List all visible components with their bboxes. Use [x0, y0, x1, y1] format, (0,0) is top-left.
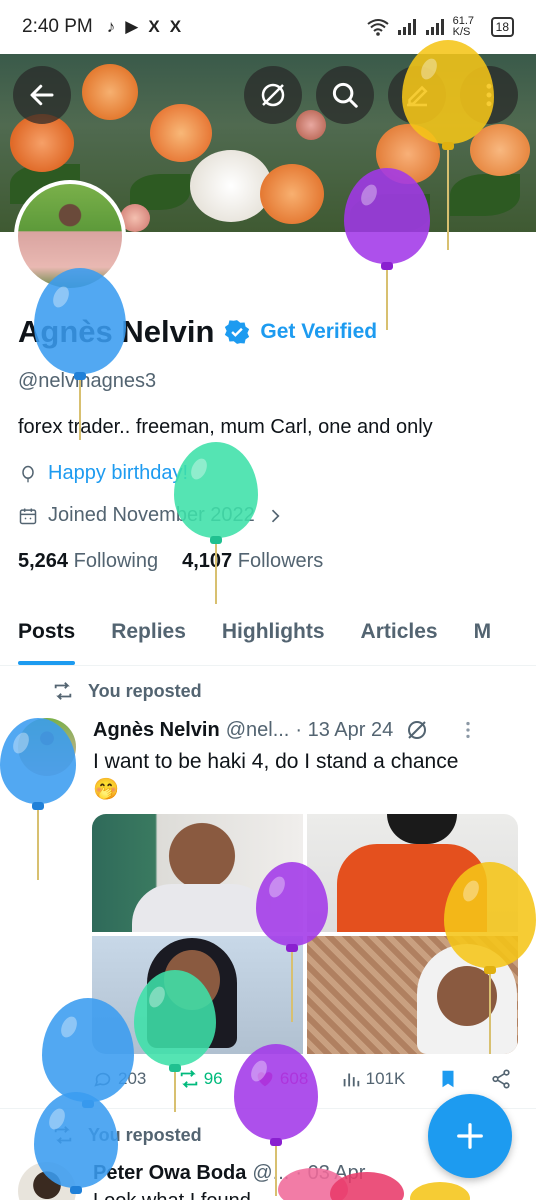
views-button[interactable]: 101K [340, 1068, 406, 1090]
status-time: 2:40 PM [22, 16, 93, 37]
reply-button[interactable]: 203 [92, 1068, 146, 1090]
post-text: I want to be haki 4, do I stand a chance… [93, 748, 458, 804]
repost-indicator: You reposted [52, 1124, 202, 1146]
reply-icon [94, 1072, 111, 1087]
repost-label: You reposted [88, 1124, 202, 1145]
more-vertical-icon [486, 83, 492, 107]
following-label: Following [73, 550, 159, 572]
balloon-icon [22, 465, 34, 482]
followers-count: 4,107 [182, 550, 233, 572]
profile-avatar[interactable] [14, 180, 126, 292]
signal-icon [425, 19, 444, 35]
like-button[interactable]: 608 [254, 1068, 308, 1090]
repost-button[interactable]: 96 [178, 1068, 223, 1090]
post-photo[interactable] [307, 936, 518, 1054]
post-body: I want to be haki 4, do I stand a chance [93, 750, 459, 773]
post-author-avatar[interactable] [18, 718, 76, 776]
edit-button[interactable] [388, 66, 446, 124]
post-author-name[interactable]: Peter Owa Boda [93, 1162, 246, 1185]
like-icon [257, 1072, 273, 1087]
post-author-handle: @nel... [225, 718, 290, 741]
share-icon [492, 1069, 510, 1089]
like-count: 608 [279, 1069, 309, 1088]
post-date: · 03 Apr [295, 1162, 366, 1184]
status-bar: 2:40 PM ♪ ▶ X X 61.7 K/S 18 [0, 0, 536, 54]
tab-media[interactable]: M [456, 600, 510, 665]
post-author-handle: @... [252, 1162, 290, 1184]
circle-slash-icon[interactable] [405, 718, 429, 742]
edit-icon [407, 85, 428, 107]
repost-icon [54, 1126, 72, 1144]
following-link[interactable]: 5,264 Following [18, 550, 158, 573]
status-app-icons: ♪ ▶ X X [107, 17, 181, 37]
post-photo[interactable] [307, 814, 518, 932]
birthday-row: Happy birthday! [18, 462, 188, 485]
search-icon [332, 82, 358, 108]
profile-handle: @nelvinagnes3 [18, 370, 157, 392]
joined-text: Joined November 2022 [48, 504, 255, 526]
followers-link[interactable]: 4,107 Followers [182, 550, 323, 573]
repost-icon [54, 682, 72, 700]
repost-label: You reposted [88, 680, 202, 701]
x-icon: X [169, 17, 182, 36]
birthday-text[interactable]: Happy birthday! [48, 462, 188, 485]
network-speed: 61.7 K/S [452, 15, 475, 38]
post-author-name[interactable]: Agnès Nelvin [93, 719, 220, 742]
share-button[interactable] [490, 1068, 512, 1090]
post-emoji: 🤭 [93, 778, 120, 801]
chevron-right-icon [271, 509, 280, 522]
views-icon [343, 1073, 359, 1087]
following-count: 5,264 [18, 550, 69, 572]
calendar-icon [19, 508, 37, 524]
post-photo[interactable] [92, 814, 303, 932]
joined-row[interactable]: Joined November 2022 [18, 504, 285, 527]
profile-bio: forex trader.. freeman, mum Carl, one an… [18, 416, 433, 438]
tab-posts[interactable]: Posts [0, 600, 93, 665]
plus-icon [457, 1123, 483, 1149]
more-vertical-icon[interactable] [457, 719, 479, 741]
reply-count: 203 [118, 1069, 147, 1088]
circle-slash-icon [261, 83, 285, 107]
tab-articles[interactable]: Articles [343, 600, 456, 665]
back-button[interactable] [13, 66, 71, 124]
post-author-avatar[interactable] [18, 1162, 76, 1200]
tab-replies[interactable]: Replies [93, 600, 204, 665]
post-header: Peter Owa Boda @... · 03 Apr [93, 1162, 365, 1185]
followers-label: Followers [237, 550, 324, 572]
more-button[interactable] [460, 66, 518, 124]
bookmark-button[interactable] [437, 1068, 459, 1090]
profile-name: Agnès Nelvin [18, 314, 215, 349]
repost-indicator: You reposted [52, 680, 202, 702]
get-verified-link[interactable]: Get Verified [260, 320, 377, 344]
signal-icon [397, 19, 416, 35]
bookmark-icon [442, 1070, 454, 1088]
verified-badge-icon [225, 320, 250, 344]
tab-highlights[interactable]: Highlights [204, 600, 343, 665]
repost-count: 96 [203, 1069, 223, 1088]
battery-level: 18 [490, 17, 514, 37]
post-body: Look what I found [93, 1190, 251, 1200]
youtube-icon: ▶ [125, 17, 139, 36]
views-count: 101K [365, 1069, 406, 1088]
post-header: Agnès Nelvin @nel... · 13 Apr 24 [93, 718, 479, 742]
search-button[interactable] [316, 66, 374, 124]
post-media-grid[interactable] [92, 814, 518, 1054]
grok-button[interactable] [244, 66, 302, 124]
profile-tabs: Posts Replies Highlights Articles M [0, 600, 536, 666]
post-photo[interactable] [92, 936, 303, 1054]
compose-button[interactable] [428, 1094, 512, 1178]
repost-icon [180, 1070, 197, 1088]
wifi-icon [367, 19, 389, 36]
profile-name-row: Agnès Nelvin Get Verified [18, 314, 377, 350]
tiktok-icon: ♪ [106, 17, 116, 36]
back-arrow-icon [30, 84, 54, 106]
post-date: · 13 Apr 24 [295, 718, 394, 741]
x-icon: X [148, 17, 160, 36]
status-indicators: 61.7 K/S 18 [367, 16, 514, 38]
follow-stats: 5,264 Following 4,107 Followers [18, 550, 323, 573]
post-actions: 203 96 608 101K [92, 1068, 512, 1090]
